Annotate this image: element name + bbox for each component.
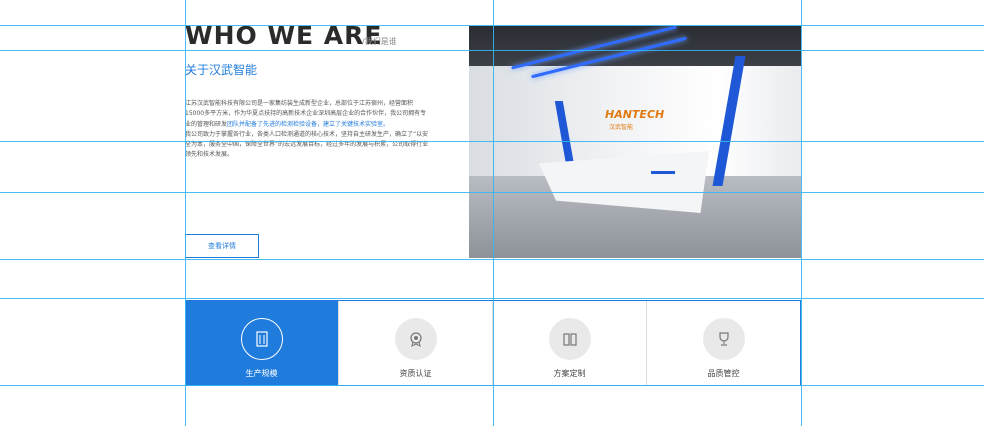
feature-label: 方案定制 — [553, 369, 586, 378]
photo-logo-cn: 汉武智能 — [609, 124, 634, 131]
feature-label: 品质管控 — [707, 369, 740, 378]
feature-quality-control[interactable]: 品质管控 — [646, 301, 800, 385]
guide-line — [0, 192, 984, 193]
intro-paragraph-2: 我公司致力于掌握各行业，各类人口检测通道的核心技术，坚持自主研发生产，确立了“以… — [185, 130, 429, 159]
showroom-photo: HANTECH 汉武智能 — [469, 26, 801, 258]
feature-certification[interactable]: 资质认证 — [338, 301, 492, 385]
section-subtitle: /我们是谁 — [362, 37, 397, 46]
feature-label: 资质认证 — [399, 369, 432, 378]
view-more-button[interactable]: 查看详情 — [185, 234, 259, 258]
guide-line — [0, 50, 984, 51]
guide-line — [0, 141, 984, 142]
guide-line — [0, 298, 984, 299]
intro-highlight: 团队并配备了先进的检测检验设备，建立了关键技术实验室。 — [227, 120, 390, 128]
photo-logo: HANTECH — [605, 108, 665, 121]
badge-gear-icon — [394, 318, 437, 360]
section-title-cn: 关于汉武智能 — [185, 63, 258, 77]
guide-line — [801, 0, 802, 426]
guide-line — [0, 259, 984, 260]
trophy-icon — [702, 318, 745, 360]
feature-production-scale[interactable]: 生产规模 — [185, 301, 338, 385]
cabinet-icon — [548, 318, 591, 360]
guide-line — [0, 385, 984, 386]
feature-custom-solution[interactable]: 方案定制 — [492, 301, 646, 385]
intro-text: 江苏汉武智能科技有限公司是一家集纺装生成新型企业，总部位于江苏宿州，经营面积15… — [185, 99, 430, 161]
guide-line — [185, 0, 186, 426]
guide-line — [0, 25, 984, 26]
building-icon — [240, 318, 283, 360]
desk-accent — [651, 171, 675, 174]
guide-line — [493, 0, 494, 426]
feature-label: 生产规模 — [245, 369, 278, 378]
